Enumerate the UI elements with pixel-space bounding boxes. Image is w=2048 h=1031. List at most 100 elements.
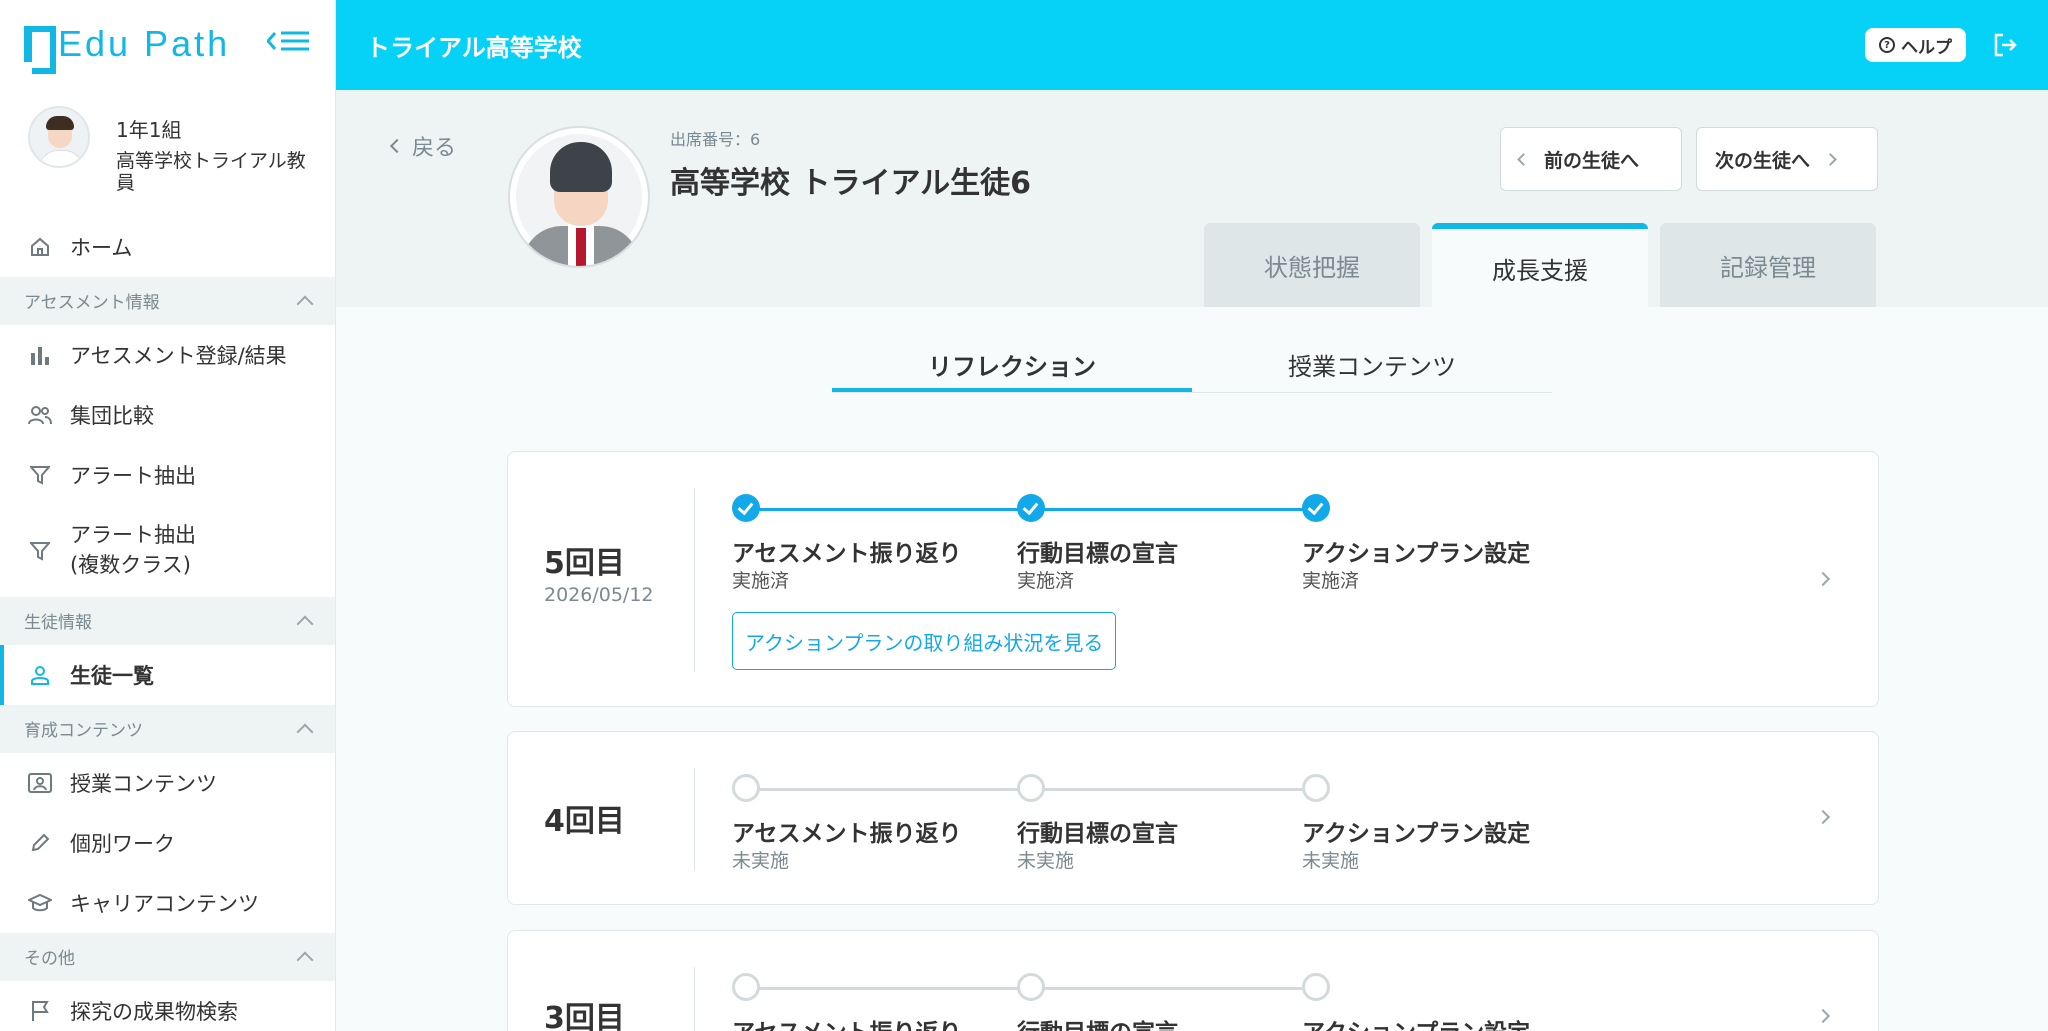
tab-status[interactable]: 状態把握 (1204, 223, 1420, 307)
contact-card-icon (28, 771, 52, 795)
chevron-right-icon (1815, 1008, 1831, 1024)
round-date: 2026/05/12 (544, 584, 654, 606)
chevron-right-icon (1824, 152, 1837, 166)
sidebar-item-label: ホーム (70, 235, 133, 260)
sidebar-item-individual-work[interactable]: 個別ワーク (0, 813, 335, 873)
bar-chart-icon (28, 343, 52, 367)
main-tabs: 状態把握 成長支援 記録管理 (1204, 223, 1876, 307)
sub-tabs: リフレクション 授業コンテンツ (832, 345, 1552, 393)
sidebar-item-home[interactable]: ホーム (0, 217, 335, 277)
divider (694, 768, 695, 870)
logout-icon[interactable] (1992, 32, 2018, 58)
chevron-right-icon (1815, 809, 1831, 825)
pencil-icon (28, 831, 52, 855)
users-icon (28, 403, 52, 427)
tab-records[interactable]: 記録管理 (1660, 223, 1876, 307)
step-done-icon (732, 494, 760, 522)
sidebar-item-label: キャリアコンテンツ (70, 891, 259, 916)
chevron-up-icon (296, 615, 314, 633)
menu-collapse-glyph (266, 31, 309, 51)
prev-student-label: 前の生徒へ (1544, 149, 1640, 172)
sidebar-item-alert-multi[interactable]: アラート抽出 (複数クラス) (0, 505, 335, 597)
sidebar-item-label: アラート抽出 (複数クラス) (70, 523, 196, 577)
user-class: 1年1組 (116, 118, 182, 142)
sidebar-item-alert[interactable]: アラート抽出 (0, 445, 335, 505)
flag-icon (28, 999, 52, 1023)
sidebar-item-label: 個別ワーク (70, 831, 175, 856)
sidebar-item-label: 集団比較 (70, 403, 154, 428)
step-done-icon (1017, 494, 1045, 522)
school-name: トライアル高等学校 (366, 33, 582, 62)
filter-icon (28, 539, 52, 563)
divider (694, 488, 695, 672)
help-button[interactable]: ? ヘルプ (1865, 28, 1966, 62)
step-pending-icon (1017, 774, 1045, 802)
sidebar-item-label: アセスメント登録/結果 (70, 343, 287, 368)
step-pending-icon (732, 973, 760, 1001)
step-status: 実施済 (732, 570, 790, 592)
section-contents[interactable]: 育成コンテンツ (0, 704, 335, 753)
help-label: ヘルプ (1901, 37, 1952, 58)
step-label: アセスメント振り返り (732, 1013, 962, 1031)
sidebar-item-class-contents[interactable]: 授業コンテンツ (0, 753, 335, 813)
graduation-cap-icon (28, 891, 52, 915)
section-title: その他 (24, 949, 75, 970)
step-pending-icon (732, 774, 760, 802)
tab-class-contents[interactable]: 授業コンテンツ (1192, 345, 1552, 392)
step-status: 実施済 (1302, 570, 1360, 592)
chevron-up-icon (296, 951, 314, 969)
step-label: アセスメント振り返り (732, 541, 962, 567)
section-assessment[interactable]: アセスメント情報 (0, 276, 335, 325)
chevron-right-icon (1815, 571, 1831, 587)
student-avatar (508, 126, 650, 268)
step-done-icon (1302, 494, 1330, 522)
sidebar-item-label: 授業コンテンツ (70, 771, 217, 796)
section-other[interactable]: その他 (0, 932, 335, 981)
step-label: 行動目標の宣言 (1017, 1013, 1178, 1031)
sidebar-item-assessment-results[interactable]: アセスメント登録/結果 (0, 325, 335, 385)
section-title: 育成コンテンツ (24, 721, 143, 742)
chevron-up-icon (296, 295, 314, 313)
section-student-info[interactable]: 生徒情報 (0, 596, 335, 645)
step-label: 行動目標の宣言 (1017, 821, 1178, 847)
sidebar-item-student-list[interactable]: 生徒一覧 (0, 644, 335, 705)
round-label: 4回目 (544, 804, 625, 839)
step-label: アクションプラン設定 (1302, 821, 1531, 847)
divider (694, 967, 695, 1031)
chevron-left-icon (1517, 152, 1530, 166)
chevron-left-icon (389, 138, 405, 154)
app-logo[interactable]: Edu Path (24, 23, 230, 74)
home-icon (28, 235, 52, 259)
main-content: 戻る 出席番号：6 高等学校 トライアル生徒6 前の生徒へ 次の生徒へ 状態把握… (336, 90, 2048, 1031)
back-link[interactable]: 戻る (389, 130, 457, 162)
step-status: 未実施 (732, 850, 790, 872)
back-label: 戻る (412, 136, 457, 161)
user-icon (28, 663, 52, 687)
round-label: 3回目 (544, 1001, 625, 1031)
step-label: アセスメント振り返り (732, 821, 962, 847)
sidebar-item-label: アラート抽出 (70, 463, 196, 488)
reflection-card-4[interactable]: 4回目 アセスメント振り返り 行動目標の宣言 アクションプラン設定 未実施 未実… (507, 731, 1879, 905)
menu-collapse-icon[interactable] (266, 29, 311, 59)
sidebar-item-group-compare[interactable]: 集団比較 (0, 385, 335, 445)
next-student-label: 次の生徒へ (1715, 149, 1811, 172)
action-plan-status-button[interactable]: アクションプランの取り組み状況を見る (732, 612, 1117, 670)
reflection-card-3[interactable]: 3回目 アセスメント振り返り 行動目標の宣言 アクションプラン設定 (507, 930, 1879, 1031)
tab-growth-support[interactable]: 成長支援 (1432, 223, 1648, 307)
step-pending-icon (1302, 973, 1330, 1001)
filter-icon (28, 463, 52, 487)
section-title: アセスメント情報 (24, 293, 160, 314)
sidebar-item-search-outcomes[interactable]: 探究の成果物検索 (0, 981, 335, 1031)
prev-student-button[interactable]: 前の生徒へ (1500, 127, 1682, 191)
sidebar-item-label: 生徒一覧 (70, 663, 154, 688)
avatar (28, 106, 90, 168)
logo-row: Edu Path (0, 0, 335, 88)
tab-reflection[interactable]: リフレクション (832, 345, 1192, 392)
round-label: 5回目 (544, 546, 625, 581)
reflection-card-5[interactable]: 5回目 2026/05/12 アセスメント振り返り 行動目標の宣言 アクションプ… (507, 451, 1879, 707)
step-pending-icon (1017, 973, 1045, 1001)
next-student-button[interactable]: 次の生徒へ (1696, 127, 1878, 191)
sidebar: Edu Path 1年1組 高等学校トライアル教員 ホーム アセスメント情報 ア… (0, 0, 336, 1031)
sidebar-item-career[interactable]: キャリアコンテンツ (0, 873, 335, 933)
student-name: 高等学校 トライアル生徒6 (670, 166, 1032, 201)
